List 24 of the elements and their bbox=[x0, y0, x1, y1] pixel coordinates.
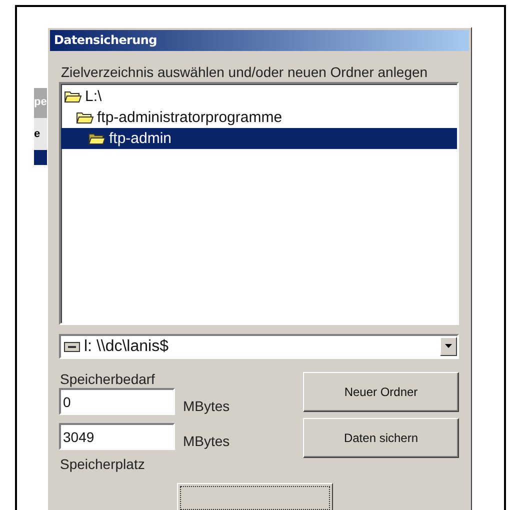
folder-icon bbox=[76, 110, 94, 124]
dialog-button[interactable]: Neuer Ordner bbox=[303, 372, 459, 412]
folder-item[interactable]: L:\ bbox=[61, 86, 457, 107]
caret-icon bbox=[444, 344, 452, 349]
folder-icon bbox=[64, 90, 82, 104]
required-space-field[interactable]: 0 bbox=[59, 388, 175, 415]
dropdown-arrow-button[interactable] bbox=[440, 337, 457, 356]
available-space-field[interactable]: 3049 bbox=[59, 423, 175, 450]
folder-item[interactable]: ftp-administratorprogramme bbox=[61, 107, 457, 128]
required-space-label: Speicherbedarf bbox=[60, 371, 156, 387]
folder-icon bbox=[88, 132, 106, 146]
available-space-label: Speicherplatz bbox=[60, 456, 146, 472]
network-drive-icon bbox=[64, 342, 80, 352]
dialog-button[interactable]: Daten sichern bbox=[303, 418, 459, 458]
drive-dropdown[interactable]: l: \\dc\lanis$ bbox=[59, 334, 459, 359]
dialog-title: Datensicherung bbox=[50, 30, 469, 51]
window-text: e bbox=[34, 118, 47, 150]
selected-row bbox=[34, 150, 47, 165]
focused-button[interactable] bbox=[177, 483, 333, 510]
unit-label: MBytes bbox=[183, 432, 230, 448]
folder-item[interactable]: ftp-admin bbox=[61, 128, 457, 149]
unit-label: MBytes bbox=[183, 398, 230, 414]
instruction-label: Zielverzeichnis auswählen und/oder neuen Ordner anlegen bbox=[61, 64, 429, 80]
window-title: pe bbox=[34, 88, 47, 118]
